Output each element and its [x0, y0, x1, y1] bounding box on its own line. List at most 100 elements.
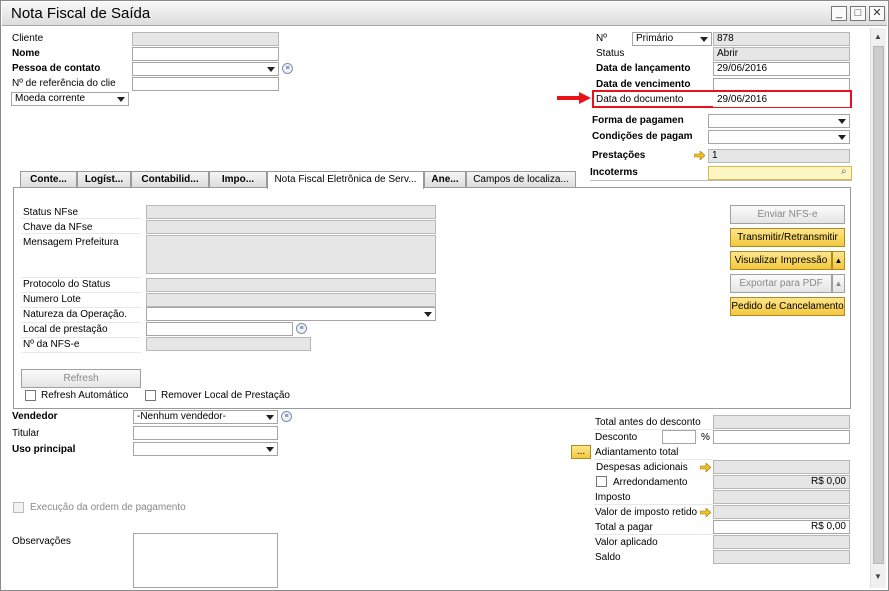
nfse-local-label: Local de prestação — [23, 324, 108, 335]
arredondamento-checkbox[interactable] — [596, 476, 607, 487]
link-arrow-icon[interactable] — [700, 463, 711, 472]
moeda-dropdown[interactable]: Moeda corrente — [11, 92, 129, 106]
exportar-pdf-button[interactable]: Exportar para PDF — [730, 274, 832, 293]
desconto-field[interactable] — [713, 430, 850, 444]
tab-impostos[interactable]: Impo... — [209, 171, 267, 188]
remover-local-checkbox[interactable] — [145, 390, 156, 401]
window-title: Nota Fiscal de Saída — [11, 5, 151, 22]
visualizar-impressao-button[interactable]: Visualizar Impressão — [730, 251, 832, 270]
uso-principal-label: Uso principal — [12, 444, 76, 455]
link-arrow-icon[interactable]: ≡ — [296, 323, 307, 334]
nfse-natureza-dropdown[interactable] — [146, 307, 436, 321]
nfse-protocolo-field — [146, 278, 436, 292]
vendedor-label: Vendedor — [12, 411, 58, 422]
link-arrow-icon[interactable] — [700, 508, 711, 517]
cliente-field[interactable] — [132, 32, 279, 46]
observacoes-label: Observações — [12, 536, 71, 547]
vertical-scrollbar[interactable]: ▲ ▼ — [870, 28, 886, 588]
total-antes-field — [713, 415, 850, 429]
nfse-numero-label: Nº da NFS-e — [23, 339, 80, 350]
execucao-checkbox[interactable] — [13, 502, 24, 513]
documento-label: Data do documento — [596, 94, 684, 105]
scroll-thumb[interactable] — [873, 46, 884, 564]
desconto-pct-field[interactable] — [662, 430, 696, 444]
desconto-pct-symbol: % — [701, 432, 710, 443]
total-pagar-field: R$ 0,00 — [713, 520, 850, 534]
imposto-label: Imposto — [595, 492, 631, 503]
aplicado-label: Valor aplicado — [595, 537, 658, 548]
nfse-mensagem-field — [146, 235, 436, 274]
scroll-down-icon[interactable]: ▼ — [874, 572, 882, 581]
pessoa-label: Pessoa de contato — [12, 63, 101, 74]
arredondamento-field: R$ 0,00 — [713, 475, 850, 489]
lancamento-field[interactable]: 29/06/2016 — [713, 62, 850, 76]
total-pagar-label: Total a pagar — [595, 522, 653, 533]
scroll-up-icon[interactable]: ▲ — [874, 32, 882, 41]
condicoes-label: Condições de pagam — [592, 131, 693, 142]
nfse-chave-field — [146, 220, 436, 234]
nfse-lote-label: Numero Lote — [23, 294, 81, 305]
condicoes-pagamento-dropdown[interactable] — [708, 130, 850, 144]
refresh-button[interactable]: Refresh — [21, 369, 141, 388]
exportar-dropdown-button[interactable]: ▲ — [832, 274, 845, 293]
maximize-button[interactable]: □ — [850, 6, 866, 21]
link-arrow-icon[interactable]: ≡ — [281, 411, 292, 422]
transmitir-button[interactable]: Transmitir/Retransmitir — [730, 228, 845, 247]
incoterms-label: Incoterms — [590, 167, 638, 178]
nfse-natureza-label: Natureza da Operação. — [23, 309, 127, 320]
nfse-protocolo-label: Protocolo do Status — [23, 279, 111, 290]
incoterms-field[interactable] — [708, 166, 852, 180]
status-label: Status — [596, 48, 625, 59]
vendedor-dropdown[interactable]: -Nenhum vendedor- — [133, 410, 278, 424]
adiantamento-label: Adiantamento total — [595, 447, 679, 458]
uso-principal-dropdown[interactable] — [133, 442, 278, 456]
titular-field[interactable] — [133, 426, 278, 440]
despesas-field — [713, 460, 850, 474]
tab-anexos[interactable]: Ane... — [424, 171, 466, 188]
nome-field[interactable] — [132, 47, 279, 61]
saldo-field — [713, 550, 850, 564]
tab-contabilidade[interactable]: Contabilid... — [131, 171, 209, 188]
tab-logistica[interactable]: Logíst... — [77, 171, 131, 188]
serie-dropdown[interactable]: Primário — [632, 32, 712, 46]
total-antes-label: Total antes do desconto — [595, 417, 701, 428]
prestacoes-field: 1 — [708, 149, 850, 163]
search-icon[interactable]: ⌕ — [841, 166, 847, 177]
app-window: Nota Fiscal de Saída _ □ ✕ Cliente Nome … — [0, 0, 889, 591]
pessoa-contato-dropdown[interactable] — [132, 62, 279, 76]
title-bar: Nota Fiscal de Saída _ □ ✕ — [2, 2, 887, 26]
highlight-arrow-icon — [557, 92, 591, 104]
retido-label: Valor de imposto retido — [595, 507, 698, 518]
visualizar-dropdown-button[interactable]: ▲ — [832, 251, 845, 270]
tab-campos-localizacao[interactable]: Campos de localiza... — [466, 171, 576, 188]
tab-nfse[interactable]: Nota Fiscal Eletrônica de Serv... — [267, 171, 424, 189]
numero-field: 878 — [713, 32, 850, 46]
adiantamento-button[interactable]: ... — [571, 445, 591, 459]
despesas-label: Despesas adicionais — [596, 462, 688, 473]
nfse-lote-field — [146, 293, 436, 307]
prestacoes-label: Prestações — [592, 150, 646, 161]
link-arrow-icon[interactable] — [694, 151, 705, 160]
pedido-cancelamento-button[interactable]: Pedido de Cancelamento — [730, 297, 845, 316]
enviar-nfse-button[interactable]: Enviar NFS-e — [730, 205, 845, 224]
titular-label: Titular — [12, 428, 40, 439]
link-arrow-icon[interactable]: ≡ — [282, 63, 293, 74]
refresh-automatico-label: Refresh Automático — [41, 390, 129, 401]
saldo-label: Saldo — [595, 552, 621, 563]
nfse-local-field[interactable] — [146, 322, 293, 336]
numero-label: Nº — [596, 33, 607, 44]
referencia-field[interactable] — [132, 77, 279, 91]
desconto-label: Desconto — [595, 432, 638, 443]
status-field: Abrir — [713, 47, 850, 61]
documento-field[interactable]: 29/06/2016 — [713, 93, 850, 107]
observacoes-field[interactable] — [133, 533, 278, 588]
imposto-field — [713, 490, 850, 504]
refresh-automatico-checkbox[interactable] — [25, 390, 36, 401]
close-button[interactable]: ✕ — [869, 6, 885, 21]
nfse-mensagem-label: Mensagem Prefeitura — [23, 237, 119, 248]
tab-conteudo[interactable]: Conte... — [20, 171, 77, 188]
forma-pagamento-dropdown[interactable] — [708, 114, 850, 128]
aplicado-field — [713, 535, 850, 549]
minimize-button[interactable]: _ — [831, 6, 847, 21]
referencia-label: Nº de referência do clie — [12, 78, 116, 89]
